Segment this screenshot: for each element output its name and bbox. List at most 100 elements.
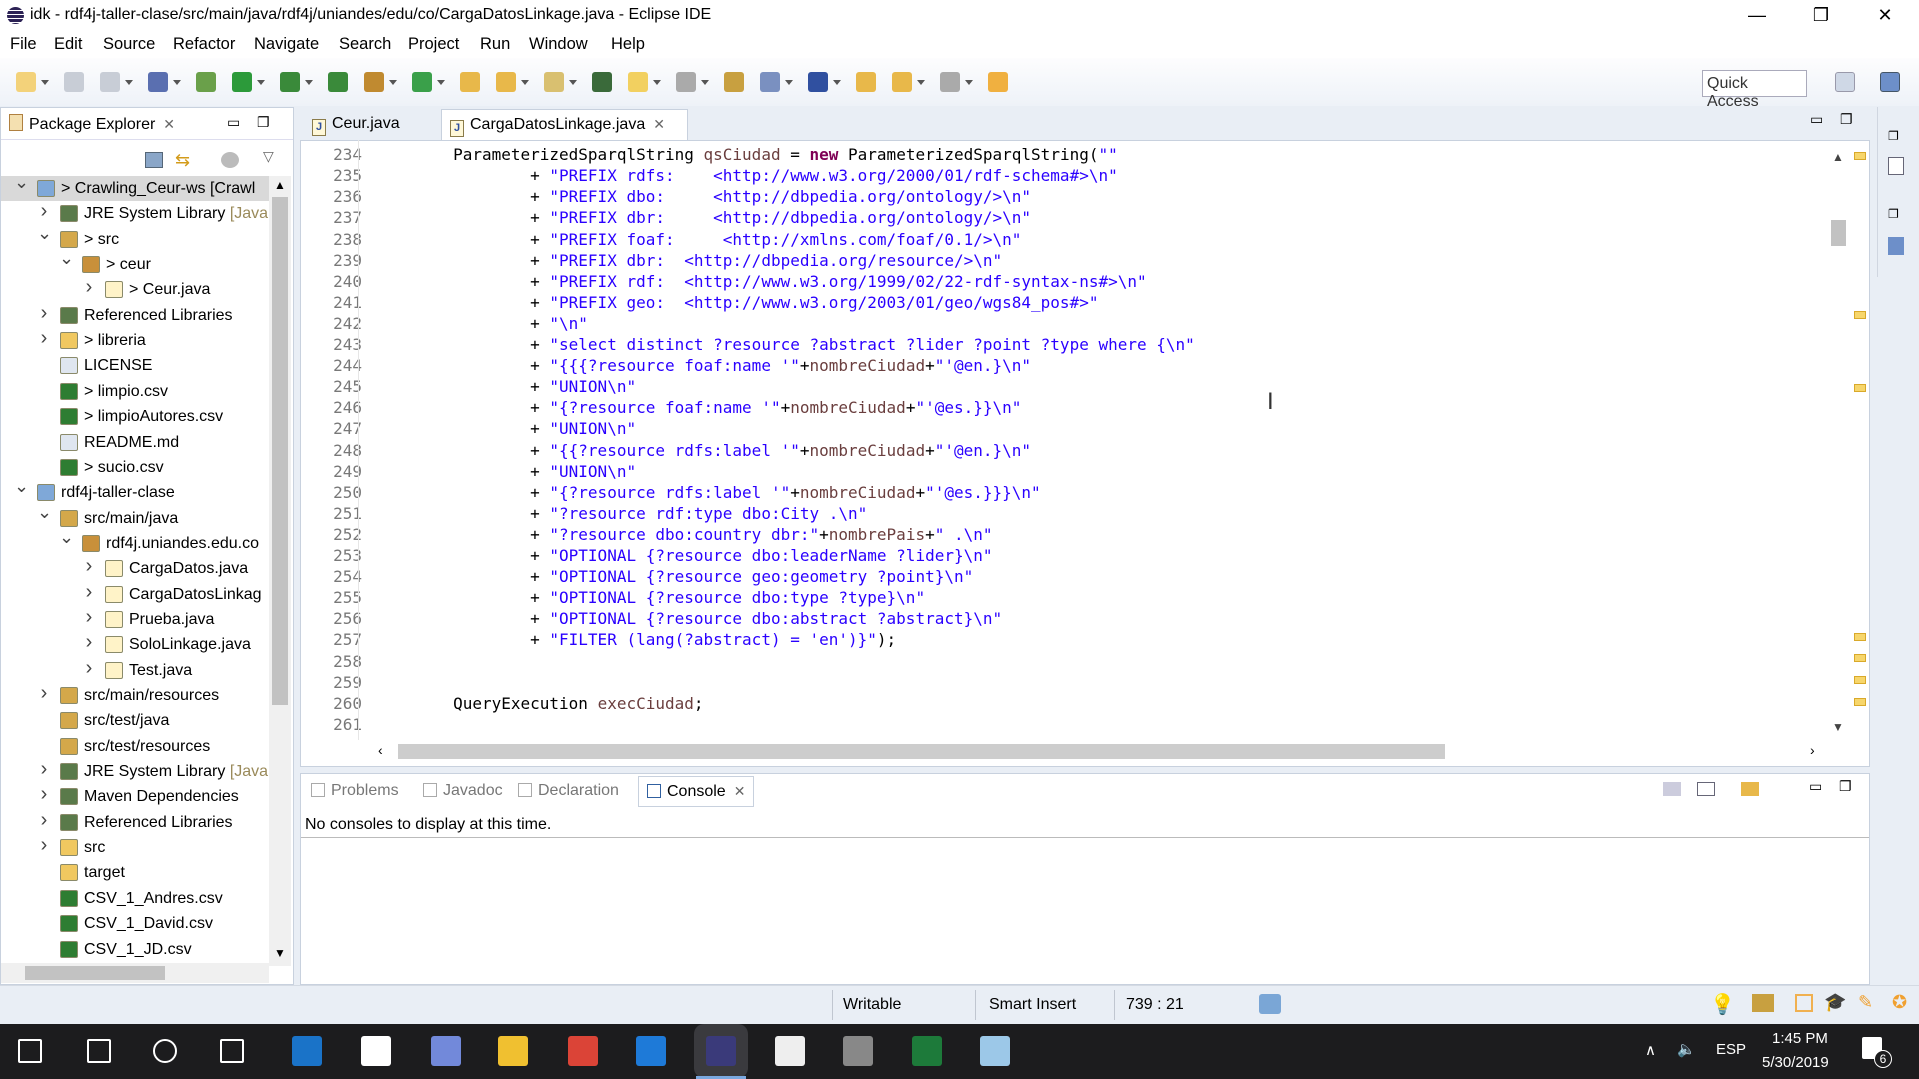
notepad-icon[interactable]: [980, 1036, 1010, 1066]
outline-icon[interactable]: [1888, 157, 1904, 175]
tree-vertical-scrollbar[interactable]: ▲ ▼: [269, 176, 291, 966]
overview-icon[interactable]: [1795, 994, 1813, 1012]
dropdown-arrow-icon[interactable]: [41, 80, 49, 85]
chevron-right-icon[interactable]: ›: [82, 580, 96, 605]
focus-icon[interactable]: [221, 152, 239, 168]
next-annotation-icon[interactable]: [808, 72, 828, 92]
minimize-view-icon[interactable]: ▭: [227, 114, 240, 131]
tree-item[interactable]: > limpioAutores.csv: [1, 404, 269, 429]
dropdown-arrow-icon[interactable]: [389, 80, 397, 85]
tree-item[interactable]: target: [1, 860, 269, 885]
cortana-icon[interactable]: [153, 1039, 177, 1063]
chevron-down-icon[interactable]: ⌄: [37, 500, 52, 525]
code-editor[interactable]: 233234 ParameterizedSparqlString qsCiuda…: [300, 140, 1826, 740]
chevron-right-icon[interactable]: ›: [37, 326, 51, 351]
task-view-icon[interactable]: [220, 1039, 244, 1063]
volume-icon[interactable]: 🔈: [1677, 1040, 1696, 1058]
close-button[interactable]: ✕: [1854, 0, 1916, 31]
coverage-icon[interactable]: [280, 72, 300, 92]
menu-window[interactable]: Window: [529, 35, 588, 54]
chevron-right-icon[interactable]: ›: [82, 554, 96, 579]
menu-file[interactable]: File: [10, 35, 37, 54]
dropdown-arrow-icon[interactable]: [701, 80, 709, 85]
obs-icon[interactable]: [843, 1036, 873, 1066]
chevron-right-icon[interactable]: ›: [82, 605, 96, 630]
chrome-icon[interactable]: [568, 1036, 598, 1066]
chevron-right-icon[interactable]: ›: [82, 630, 96, 655]
tab-ceur-java[interactable]: J Ceur.java: [304, 109, 437, 140]
overview-marker[interactable]: [1854, 311, 1866, 319]
maximize-editor-icon[interactable]: ❐: [1840, 111, 1853, 128]
tab-package-explorer[interactable]: Package Explorer ✕: [1, 108, 197, 139]
show-whitespace-icon[interactable]: [760, 72, 780, 92]
tree-item[interactable]: ⌄ > Crawling_Ceur-ws [Crawl: [1, 176, 269, 201]
samples-icon[interactable]: ✎: [1858, 992, 1873, 1013]
chevron-down-icon[interactable]: ⌄: [37, 221, 52, 246]
tree-item[interactable]: › src/main/resources: [1, 681, 269, 708]
external-tools-icon[interactable]: [328, 72, 348, 92]
chevron-right-icon[interactable]: ›: [37, 833, 51, 858]
tree-item[interactable]: › SoloLinkage.java: [1, 630, 269, 657]
collapse-all-icon[interactable]: [145, 152, 163, 168]
block-selection-icon[interactable]: [676, 72, 696, 92]
java-perspective-icon[interactable]: [1880, 72, 1900, 92]
dropdown-arrow-icon[interactable]: [257, 80, 265, 85]
close-icon[interactable]: ✕: [734, 783, 746, 799]
clock-date[interactable]: 5/30/2019: [1762, 1054, 1829, 1071]
mail-icon[interactable]: [361, 1036, 391, 1066]
menu-project[interactable]: Project: [408, 35, 459, 54]
search-icon[interactable]: [544, 72, 564, 92]
dropdown-arrow-icon[interactable]: [125, 80, 133, 85]
minimize-editor-icon[interactable]: ▭: [1810, 111, 1823, 128]
chevron-down-icon[interactable]: ⌄: [59, 246, 74, 271]
toggle-breadcrumb-icon[interactable]: [592, 72, 612, 92]
restore-icon[interactable]: ❐: [1888, 129, 1899, 143]
menu-help[interactable]: Help: [611, 35, 645, 54]
progress-icon[interactable]: [1259, 994, 1281, 1014]
link-with-editor-icon[interactable]: ⇆: [175, 150, 190, 171]
tree-item[interactable]: › > libreria: [1, 326, 269, 353]
menu-search[interactable]: Search: [339, 35, 391, 54]
close-icon[interactable]: ✕: [653, 116, 665, 132]
chevron-right-icon[interactable]: ›: [37, 301, 51, 326]
tree-item[interactable]: › Test.java: [1, 657, 269, 683]
start-icon[interactable]: [18, 1039, 42, 1063]
tree-item[interactable]: README.md: [1, 430, 269, 455]
quick-access-input[interactable]: Quick Access: [1702, 70, 1807, 110]
dropdown-arrow-icon[interactable]: [521, 80, 529, 85]
menu-navigate[interactable]: Navigate: [254, 35, 319, 54]
chevron-down-icon[interactable]: ⌄: [14, 176, 29, 195]
open-type-icon[interactable]: [460, 72, 480, 92]
word-wrap-icon[interactable]: [724, 72, 744, 92]
tab-javadoc[interactable]: Javadoc: [415, 776, 511, 807]
protege-icon[interactable]: [775, 1036, 805, 1066]
tip-icon[interactable]: [1752, 994, 1774, 1012]
close-icon[interactable]: ✕: [163, 116, 175, 132]
save-all-icon[interactable]: [100, 72, 120, 92]
last-edit-icon[interactable]: [892, 72, 912, 92]
display-console-icon[interactable]: [1697, 782, 1715, 796]
new-package-icon[interactable]: [364, 72, 384, 92]
tree-item[interactable]: ⌄ > ceur: [1, 248, 269, 277]
dropdown-arrow-icon[interactable]: [173, 80, 181, 85]
maximize-button[interactable]: ❐: [1790, 0, 1852, 31]
forward-icon[interactable]: [988, 72, 1008, 92]
tab-cargadatoslinkage-java[interactable]: J CargaDatosLinkage.java ✕: [441, 109, 688, 140]
tree-item[interactable]: ⌄ src/main/java: [1, 502, 269, 531]
tab-problems[interactable]: Problems: [303, 776, 407, 807]
tree-item[interactable]: › > Ceur.java: [1, 276, 269, 302]
tree-item[interactable]: > limpio.csv: [1, 379, 269, 404]
chevron-right-icon[interactable]: ›: [37, 681, 51, 706]
tree-item[interactable]: › Referenced Libraries: [1, 809, 269, 835]
file-explorer-icon[interactable]: [498, 1036, 528, 1066]
maximize-view-icon[interactable]: ❐: [257, 114, 270, 131]
dropdown-arrow-icon[interactable]: [569, 80, 577, 85]
eclipse-icon[interactable]: [706, 1036, 736, 1066]
dropdown-arrow-icon[interactable]: [785, 80, 793, 85]
new-console-icon[interactable]: [1741, 782, 1759, 796]
show-hidden-icons[interactable]: ∧: [1645, 1041, 1656, 1059]
overview-marker[interactable]: [1854, 698, 1866, 706]
tree-item[interactable]: › CargaDatosLinkag: [1, 580, 269, 607]
restore-icon[interactable]: ❐: [1888, 207, 1899, 221]
tree-item[interactable]: CSV_1_Andres.csv: [1, 886, 269, 911]
